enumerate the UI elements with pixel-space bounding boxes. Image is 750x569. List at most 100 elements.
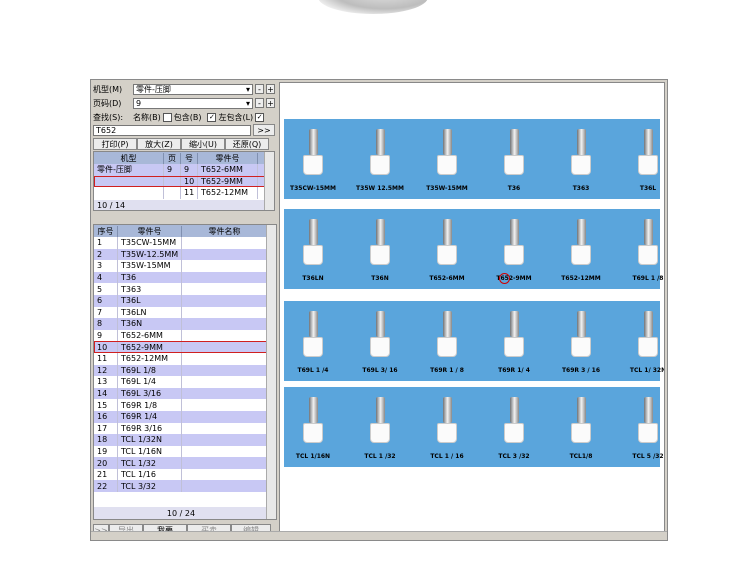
presser-foot-image[interactable] xyxy=(502,219,526,267)
presser-foot-image[interactable] xyxy=(435,219,459,267)
cell: T36L xyxy=(118,294,182,307)
table-row[interactable]: 8 T36N xyxy=(94,318,276,330)
table-row[interactable]: 3 T35W-15MM xyxy=(94,260,276,272)
table-row[interactable]: 6 T36L xyxy=(94,294,276,307)
parts-table-body: 1 T35CW-15MM 2 T35W-12.5MM 3 T35W-15MM 4 T36 5 T3… xyxy=(94,237,276,493)
table-row[interactable]: 9 T652-6MM xyxy=(94,329,276,342)
model-prev-button[interactable]: - xyxy=(255,84,264,94)
restore-button[interactable]: 还原(Q) xyxy=(225,138,269,150)
page-row: 页码(D) 9 ▾ - + xyxy=(91,96,275,110)
cell xyxy=(182,457,268,469)
presser-foot-image[interactable] xyxy=(569,219,593,267)
extra-checkbox[interactable]: ✓ xyxy=(255,112,265,122)
left-panel: 机型(M) 零件-压脚 ▾ - + 页码(D) 9 ▾ - + 查找(S): 名… xyxy=(91,80,277,540)
part-caption: T36L xyxy=(639,185,657,192)
left-contains-checkbox[interactable]: ✓ xyxy=(207,112,217,122)
cell xyxy=(182,329,268,342)
presser-foot-image[interactable] xyxy=(636,129,660,177)
table-row[interactable]: 12 T69L 1/8 xyxy=(94,364,276,377)
cell: 17 xyxy=(94,422,118,435)
presser-foot-image[interactable] xyxy=(502,129,526,177)
catalog-band: T69L 1 /4 T69L 3/ 16 T69R 1 / 8 T69R 1/ 4 T6… xyxy=(284,301,664,381)
table-row[interactable]: 22 TCL 3/32 xyxy=(94,480,276,493)
name-label: 名称(B) xyxy=(133,112,161,122)
presser-foot-image[interactable] xyxy=(368,129,392,177)
table-row[interactable]: 19 TCL 1/16N xyxy=(94,445,276,458)
table-row[interactable]: 21 TCL 1/16 xyxy=(94,468,276,481)
table-row-selected[interactable]: 10 T652-9MM xyxy=(94,175,274,188)
model-select[interactable]: 零件-压脚 ▾ xyxy=(133,83,253,95)
part-caption: T69R 3 / 16 xyxy=(561,367,601,374)
presser-foot-image[interactable] xyxy=(368,397,392,445)
presser-foot-image[interactable] xyxy=(636,311,660,359)
cell: T652-9MM xyxy=(198,175,258,188)
part-caption: T69R 1 / 8 xyxy=(430,367,464,374)
presser-foot-image[interactable] xyxy=(368,311,392,359)
table-row[interactable]: 4 T36 xyxy=(94,271,276,284)
cell: 10 xyxy=(181,175,198,188)
results-scrollbar[interactable] xyxy=(264,152,274,210)
presser-foot-image[interactable] xyxy=(569,129,593,177)
contains-checkbox[interactable] xyxy=(162,112,172,122)
presser-foot-image[interactable] xyxy=(569,397,593,445)
part-caption: TCL 1/ 32N xyxy=(629,367,665,374)
parts-scrollbar[interactable] xyxy=(266,225,276,519)
presser-foot-image[interactable] xyxy=(502,397,526,445)
cell: T69L 1/8 xyxy=(118,364,182,377)
table-row[interactable]: 15 T69R 1/8 xyxy=(94,399,276,411)
background-decoration xyxy=(318,0,428,14)
parts-table-header: 序号 零件号 零件名称 xyxy=(94,225,276,237)
model-next-button[interactable]: + xyxy=(266,84,275,94)
page-prev-button[interactable]: - xyxy=(255,98,264,108)
cell xyxy=(164,175,181,188)
table-row[interactable]: 5 T363 xyxy=(94,283,276,295)
presser-foot-image[interactable] xyxy=(301,219,325,267)
presser-foot-image[interactable] xyxy=(502,311,526,359)
presser-foot-image[interactable] xyxy=(301,397,325,445)
zoom-in-button[interactable]: 放大(Z) xyxy=(137,138,181,150)
table-row[interactable]: 11 T652-12MM xyxy=(94,187,274,199)
table-row-selected[interactable]: 10 T652-9MM xyxy=(94,341,276,353)
part-caption: T363 xyxy=(572,185,590,192)
table-row[interactable]: 零件-压脚 9 9 T652-6MM xyxy=(94,164,274,176)
part-caption: T69L 3/ 16 xyxy=(362,367,398,374)
cell: 3 xyxy=(94,260,118,272)
table-row[interactable]: 16 T69R 1/4 xyxy=(94,410,276,423)
zoom-out-button[interactable]: 缩小(U) xyxy=(181,138,225,150)
cell: T36LN xyxy=(118,306,182,319)
table-row[interactable]: 14 T69L 3/16 xyxy=(94,387,276,400)
presser-foot-image[interactable] xyxy=(636,219,660,267)
part-caption: TCL 3 /32 xyxy=(498,453,530,460)
table-row[interactable]: 18 TCL 1/32N xyxy=(94,434,276,446)
cell: 6 xyxy=(94,294,118,307)
table-row[interactable]: 11 T652-12MM xyxy=(94,352,276,365)
presser-foot-image[interactable] xyxy=(435,311,459,359)
table-row[interactable]: 2 T35W-12.5MM xyxy=(94,248,276,261)
presser-foot-image[interactable] xyxy=(435,397,459,445)
table-row[interactable]: 7 T36LN xyxy=(94,306,276,319)
cell: 22 xyxy=(94,480,118,493)
table-row[interactable]: 20 TCL 1/32 xyxy=(94,457,276,469)
cell: T69L 3/16 xyxy=(118,387,182,400)
parts-page-indicator: 10 / 24 xyxy=(94,507,268,519)
search-input[interactable]: T652 xyxy=(93,124,251,136)
cell xyxy=(182,468,268,481)
part-caption: T69L 1 /8 xyxy=(632,275,664,282)
page-next-button[interactable]: + xyxy=(266,98,275,108)
table-row[interactable]: 13 T69L 1/4 xyxy=(94,376,276,388)
cell: T69R 1/4 xyxy=(118,410,182,423)
search-go-button[interactable]: >> xyxy=(253,124,275,136)
print-button[interactable]: 打印(P) xyxy=(93,138,137,150)
table-row[interactable]: 17 T69R 3/16 xyxy=(94,422,276,435)
part-caption: T652-12MM xyxy=(561,275,601,282)
table-row[interactable]: 1 T35CW-15MM xyxy=(94,237,276,249)
presser-foot-image[interactable] xyxy=(636,397,660,445)
presser-foot-image[interactable] xyxy=(435,129,459,177)
page-select[interactable]: 9 ▾ xyxy=(133,97,253,109)
search-row: T652 >> xyxy=(91,123,275,137)
column-header: 零件号 xyxy=(198,152,258,164)
presser-foot-image[interactable] xyxy=(301,129,325,177)
presser-foot-image[interactable] xyxy=(301,311,325,359)
presser-foot-image[interactable] xyxy=(569,311,593,359)
presser-foot-image[interactable] xyxy=(368,219,392,267)
